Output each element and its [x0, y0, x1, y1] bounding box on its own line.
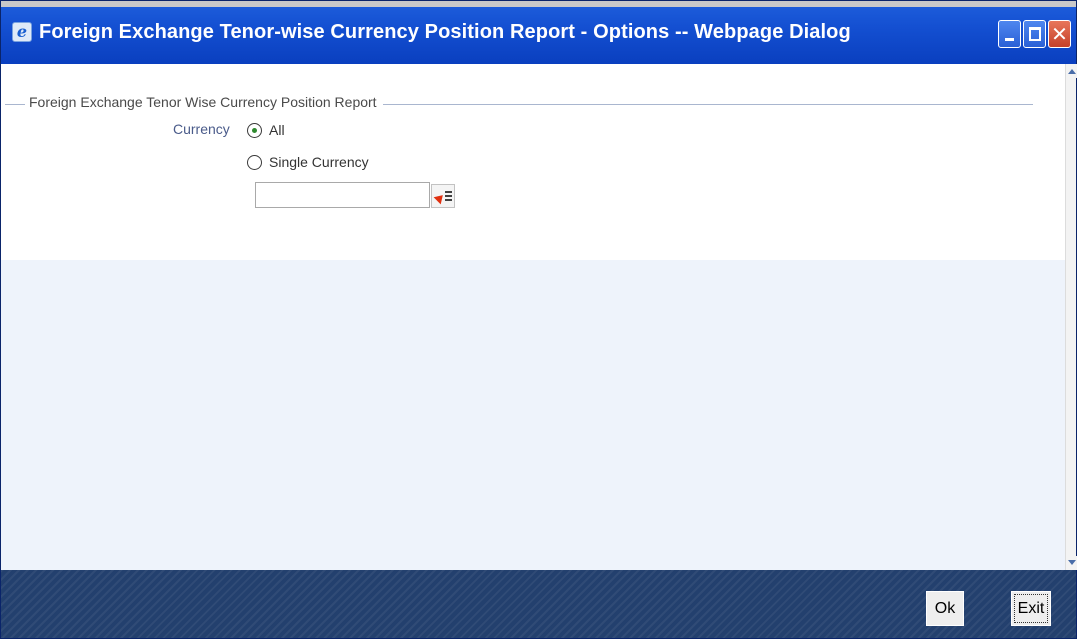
minimize-button[interactable]	[998, 20, 1021, 48]
title-bar-top-strip	[1, 1, 1076, 7]
minimize-icon	[1005, 38, 1014, 41]
currency-lov-button[interactable]	[431, 184, 455, 208]
dialog-window: e Foreign Exchange Tenor-wise Currency P…	[0, 0, 1077, 639]
title-bar[interactable]: e Foreign Exchange Tenor-wise Currency P…	[1, 1, 1076, 64]
currency-all-label[interactable]: All	[269, 122, 285, 138]
maximize-button[interactable]	[1023, 20, 1046, 48]
ok-button[interactable]: Ok	[926, 591, 964, 626]
maximize-icon	[1029, 27, 1041, 41]
dialog-content: Foreign Exchange Tenor Wise Currency Pos…	[1, 64, 1077, 570]
dialog-footer: Ok Exit	[1, 570, 1076, 638]
scroll-up-icon[interactable]	[1066, 64, 1077, 78]
window-title: Foreign Exchange Tenor-wise Currency Pos…	[39, 21, 851, 43]
currency-input[interactable]	[255, 182, 430, 208]
app-icon: e	[12, 22, 32, 42]
vertical-scrollbar[interactable]	[1065, 64, 1077, 570]
currency-label: Currency	[173, 121, 230, 137]
currency-all-radio[interactable]	[247, 123, 262, 138]
close-icon: ✕	[1051, 22, 1068, 46]
currency-single-label[interactable]: Single Currency	[269, 154, 369, 170]
fieldset-legend: Foreign Exchange Tenor Wise Currency Pos…	[25, 94, 383, 110]
list-lines-icon	[445, 191, 452, 202]
close-button[interactable]: ✕	[1048, 20, 1071, 48]
options-form: Foreign Exchange Tenor Wise Currency Pos…	[1, 64, 1065, 260]
scroll-down-icon[interactable]	[1066, 556, 1077, 570]
exit-button[interactable]: Exit	[1011, 591, 1051, 626]
currency-single-radio[interactable]	[247, 155, 262, 170]
